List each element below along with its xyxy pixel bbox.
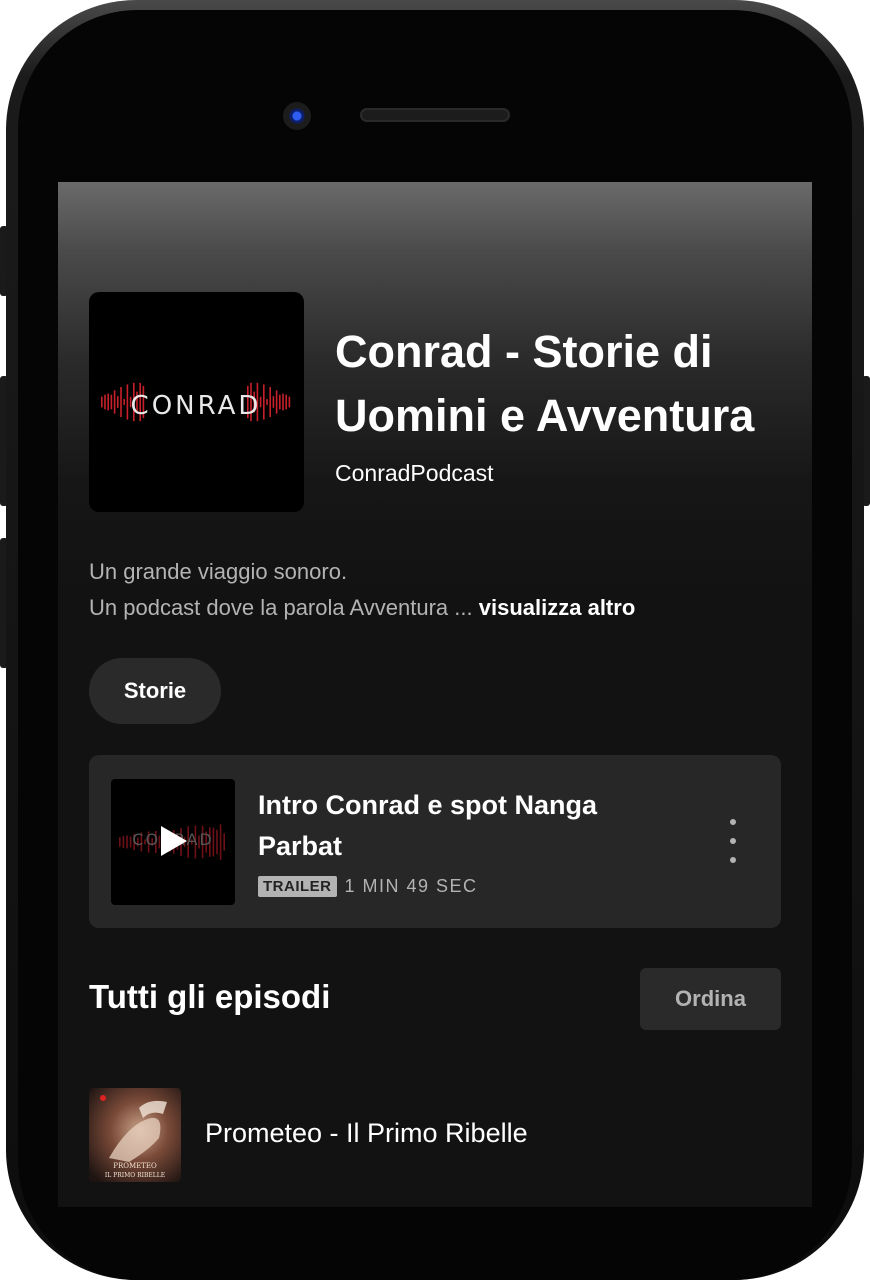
podcast-cover: CONRAD	[89, 292, 304, 512]
description-line-1: Un grande viaggio sonoro.	[89, 559, 348, 584]
trailer-badge: TRAILER	[258, 876, 337, 897]
episode-thumb-art: PROMETEO IL PRIMO RIBELLE	[89, 1088, 181, 1182]
description-text: Un podcast dove la parola Avventura ...	[89, 595, 473, 620]
episode-title[interactable]: Prometeo - Il Primo Ribelle	[205, 1118, 528, 1149]
episode-thumbnail: PROMETEO IL PRIMO RIBELLE	[89, 1088, 181, 1182]
play-icon[interactable]	[161, 826, 187, 856]
more-options-icon[interactable]	[725, 819, 741, 863]
episode-thumb-text-1: PROMETEO	[113, 1162, 157, 1170]
episode-thumb-text-2: IL PRIMO RIBELLE	[105, 1172, 165, 1179]
podcast-description: Un grande viaggio sonoro. Un podcast dov…	[89, 554, 789, 626]
trailer-title[interactable]: Intro Conrad e spot Nanga Parbat	[258, 785, 678, 867]
front-camera	[283, 102, 311, 130]
podcast-title: Conrad - Storie di Uomini e Avventura	[335, 326, 755, 441]
sort-button[interactable]: Ordina	[640, 968, 781, 1030]
cover-logo-text: CONRAD	[131, 391, 262, 421]
trailer-meta: TRAILER 1 MIN 49 SEC	[258, 876, 478, 897]
section-title-episodes: Tutti gli episodi	[89, 978, 331, 1015]
trailer-thumbnail[interactable]: CONRAD	[111, 779, 235, 905]
see-more-link[interactable]: visualizza altro	[479, 595, 636, 620]
podcast-screen: CONRAD Conrad - Storie di Uomini e Avven…	[58, 182, 812, 1207]
description-line-2: Un podcast dove la parola Avventura ... …	[89, 590, 789, 626]
episode-row[interactable]: PROMETEO IL PRIMO RIBELLE Prometeo - Il …	[89, 1088, 781, 1182]
cover-logo: CONRAD	[101, 382, 291, 422]
podcast-publisher[interactable]: ConradPodcast	[335, 460, 494, 487]
earpiece-speaker	[360, 108, 510, 122]
category-chip[interactable]: Storie	[89, 658, 221, 724]
trailer-card[interactable]: CONRAD Intro Conrad e spot Nanga Parbat …	[89, 755, 781, 928]
trailer-duration: 1 MIN 49 SEC	[344, 876, 478, 896]
